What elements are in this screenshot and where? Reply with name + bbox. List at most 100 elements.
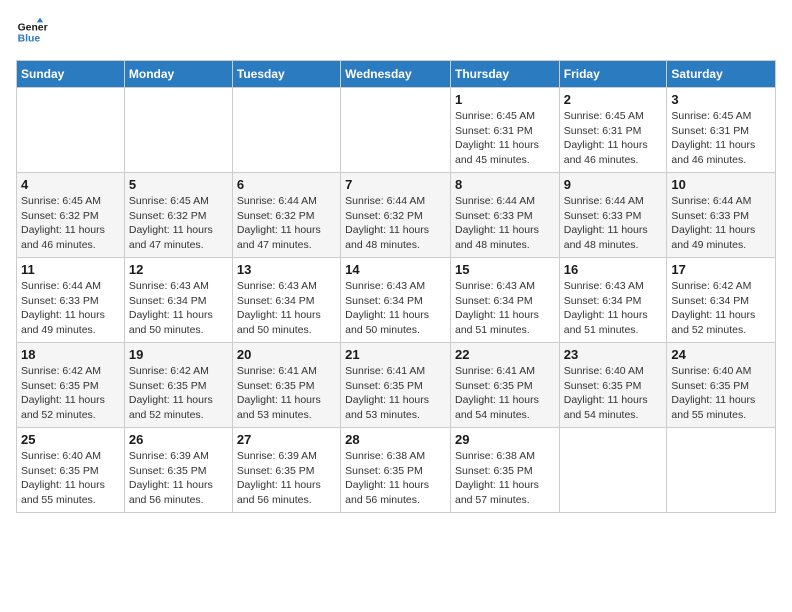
calendar-cell: 6 Sunrise: 6:44 AM Sunset: 6:32 PM Daylig… xyxy=(232,173,340,258)
calendar-cell: 26 Sunrise: 6:39 AM Sunset: 6:35 PM Dayli… xyxy=(124,428,232,513)
day-detail: Sunrise: 6:41 AM Sunset: 6:35 PM Dayligh… xyxy=(455,364,555,423)
day-detail: Sunrise: 6:41 AM Sunset: 6:35 PM Dayligh… xyxy=(345,364,446,423)
calendar-cell xyxy=(17,88,125,173)
col-header-sunday: Sunday xyxy=(17,61,125,88)
day-number: 1 xyxy=(455,92,555,107)
calendar-cell xyxy=(232,88,340,173)
day-detail: Sunrise: 6:39 AM Sunset: 6:35 PM Dayligh… xyxy=(129,449,228,508)
day-number: 23 xyxy=(564,347,663,362)
calendar-cell: 20 Sunrise: 6:41 AM Sunset: 6:35 PM Dayli… xyxy=(232,343,340,428)
day-detail: Sunrise: 6:44 AM Sunset: 6:33 PM Dayligh… xyxy=(671,194,771,253)
day-number: 6 xyxy=(237,177,336,192)
day-detail: Sunrise: 6:38 AM Sunset: 6:35 PM Dayligh… xyxy=(345,449,446,508)
svg-text:Blue: Blue xyxy=(18,34,41,45)
calendar-cell: 11Sunrise: 6:44 AM Sunset: 6:33 PM Dayli… xyxy=(17,258,125,343)
calendar-header-row: SundayMondayTuesdayWednesdayThursdayFrid… xyxy=(17,61,776,88)
calendar-week-row: 4 Sunrise: 6:45 AM Sunset: 6:32 PM Daylig… xyxy=(17,173,776,258)
calendar-cell: 24 Sunrise: 6:40 AM Sunset: 6:35 PM Dayli… xyxy=(667,343,776,428)
day-detail: Sunrise: 6:43 AM Sunset: 6:34 PM Dayligh… xyxy=(564,279,663,338)
svg-text:General: General xyxy=(18,22,48,33)
day-number: 12 xyxy=(129,262,228,277)
day-number: 5 xyxy=(129,177,228,192)
calendar-cell: 28 Sunrise: 6:38 AM Sunset: 6:35 PM Dayli… xyxy=(341,428,451,513)
day-number: 13 xyxy=(237,262,336,277)
calendar-cell: 3 Sunrise: 6:45 AM Sunset: 6:31 PM Daylig… xyxy=(667,88,776,173)
calendar-table: SundayMondayTuesdayWednesdayThursdayFrid… xyxy=(16,60,776,513)
logo: General Blue xyxy=(16,16,52,48)
calendar-cell: 5 Sunrise: 6:45 AM Sunset: 6:32 PM Daylig… xyxy=(124,173,232,258)
day-number: 29 xyxy=(455,432,555,447)
day-number: 18 xyxy=(21,347,120,362)
day-number: 2 xyxy=(564,92,663,107)
day-detail: Sunrise: 6:45 AM Sunset: 6:31 PM Dayligh… xyxy=(455,109,555,168)
day-detail: Sunrise: 6:43 AM Sunset: 6:34 PM Dayligh… xyxy=(129,279,228,338)
calendar-cell: 25 Sunrise: 6:40 AM Sunset: 6:35 PM Dayli… xyxy=(17,428,125,513)
calendar-cell xyxy=(341,88,451,173)
calendar-cell: 21 Sunrise: 6:41 AM Sunset: 6:35 PM Dayli… xyxy=(341,343,451,428)
day-number: 22 xyxy=(455,347,555,362)
day-detail: Sunrise: 6:42 AM Sunset: 6:35 PM Dayligh… xyxy=(129,364,228,423)
page-header: General Blue xyxy=(16,16,776,48)
calendar-cell: 12 Sunrise: 6:43 AM Sunset: 6:34 PM Dayli… xyxy=(124,258,232,343)
day-detail: Sunrise: 6:45 AM Sunset: 6:31 PM Dayligh… xyxy=(564,109,663,168)
calendar-cell: 4 Sunrise: 6:45 AM Sunset: 6:32 PM Daylig… xyxy=(17,173,125,258)
day-number: 14 xyxy=(345,262,446,277)
day-number: 25 xyxy=(21,432,120,447)
calendar-cell: 16 Sunrise: 6:43 AM Sunset: 6:34 PM Dayli… xyxy=(559,258,667,343)
day-number: 21 xyxy=(345,347,446,362)
day-detail: Sunrise: 6:42 AM Sunset: 6:34 PM Dayligh… xyxy=(671,279,771,338)
day-number: 20 xyxy=(237,347,336,362)
calendar-cell: 10 Sunrise: 6:44 AM Sunset: 6:33 PM Dayli… xyxy=(667,173,776,258)
day-detail: Sunrise: 6:45 AM Sunset: 6:31 PM Dayligh… xyxy=(671,109,771,168)
calendar-cell: 18Sunrise: 6:42 AM Sunset: 6:35 PM Dayli… xyxy=(17,343,125,428)
day-detail: Sunrise: 6:44 AM Sunset: 6:33 PM Dayligh… xyxy=(455,194,555,253)
calendar-cell: 22 Sunrise: 6:41 AM Sunset: 6:35 PM Dayli… xyxy=(450,343,559,428)
day-number: 28 xyxy=(345,432,446,447)
day-detail: Sunrise: 6:43 AM Sunset: 6:34 PM Dayligh… xyxy=(455,279,555,338)
day-number: 4 xyxy=(21,177,120,192)
day-number: 24 xyxy=(671,347,771,362)
calendar-week-row: 25 Sunrise: 6:40 AM Sunset: 6:35 PM Dayli… xyxy=(17,428,776,513)
day-number: 11 xyxy=(21,262,120,277)
day-number: 9 xyxy=(564,177,663,192)
calendar-cell: 13 Sunrise: 6:43 AM Sunset: 6:34 PM Dayli… xyxy=(232,258,340,343)
calendar-cell: 19Sunrise: 6:42 AM Sunset: 6:35 PM Dayli… xyxy=(124,343,232,428)
day-detail: Sunrise: 6:43 AM Sunset: 6:34 PM Dayligh… xyxy=(237,279,336,338)
calendar-cell: 9 Sunrise: 6:44 AM Sunset: 6:33 PM Daylig… xyxy=(559,173,667,258)
day-number: 16 xyxy=(564,262,663,277)
calendar-cell: 15Sunrise: 6:43 AM Sunset: 6:34 PM Dayli… xyxy=(450,258,559,343)
day-detail: Sunrise: 6:44 AM Sunset: 6:33 PM Dayligh… xyxy=(564,194,663,253)
calendar-cell: 29 Sunrise: 6:38 AM Sunset: 6:35 PM Dayli… xyxy=(450,428,559,513)
day-detail: Sunrise: 6:44 AM Sunset: 6:32 PM Dayligh… xyxy=(345,194,446,253)
day-number: 17 xyxy=(671,262,771,277)
day-number: 10 xyxy=(671,177,771,192)
day-detail: Sunrise: 6:45 AM Sunset: 6:32 PM Dayligh… xyxy=(21,194,120,253)
col-header-saturday: Saturday xyxy=(667,61,776,88)
day-detail: Sunrise: 6:38 AM Sunset: 6:35 PM Dayligh… xyxy=(455,449,555,508)
col-header-friday: Friday xyxy=(559,61,667,88)
day-number: 8 xyxy=(455,177,555,192)
day-detail: Sunrise: 6:40 AM Sunset: 6:35 PM Dayligh… xyxy=(671,364,771,423)
calendar-cell: 23 Sunrise: 6:40 AM Sunset: 6:35 PM Dayli… xyxy=(559,343,667,428)
day-detail: Sunrise: 6:41 AM Sunset: 6:35 PM Dayligh… xyxy=(237,364,336,423)
calendar-week-row: 11Sunrise: 6:44 AM Sunset: 6:33 PM Dayli… xyxy=(17,258,776,343)
col-header-monday: Monday xyxy=(124,61,232,88)
col-header-tuesday: Tuesday xyxy=(232,61,340,88)
logo-icon: General Blue xyxy=(16,16,48,48)
calendar-cell: 27 Sunrise: 6:39 AM Sunset: 6:35 PM Dayli… xyxy=(232,428,340,513)
calendar-cell: 7Sunrise: 6:44 AM Sunset: 6:32 PM Daylig… xyxy=(341,173,451,258)
day-detail: Sunrise: 6:40 AM Sunset: 6:35 PM Dayligh… xyxy=(21,449,120,508)
calendar-week-row: 18 Sunrise: 6:42 AM Sunset: 6:35 PM Dayli… xyxy=(17,343,776,428)
day-number: 3 xyxy=(671,92,771,107)
day-detail: Sunrise: 6:44 AM Sunset: 6:32 PM Dayligh… xyxy=(237,194,336,253)
calendar-cell: 17 Sunrise: 6:42 AM Sunset: 6:34 PM Dayli… xyxy=(667,258,776,343)
day-number: 26 xyxy=(129,432,228,447)
day-detail: Sunrise: 6:43 AM Sunset: 6:34 PM Dayligh… xyxy=(345,279,446,338)
day-detail: Sunrise: 6:45 AM Sunset: 6:32 PM Dayligh… xyxy=(129,194,228,253)
day-number: 27 xyxy=(237,432,336,447)
col-header-wednesday: Wednesday xyxy=(341,61,451,88)
calendar-cell: 14 Sunrise: 6:43 AM Sunset: 6:34 PM Dayli… xyxy=(341,258,451,343)
day-detail: Sunrise: 6:40 AM Sunset: 6:35 PM Dayligh… xyxy=(564,364,663,423)
calendar-cell xyxy=(559,428,667,513)
day-detail: Sunrise: 6:39 AM Sunset: 6:35 PM Dayligh… xyxy=(237,449,336,508)
